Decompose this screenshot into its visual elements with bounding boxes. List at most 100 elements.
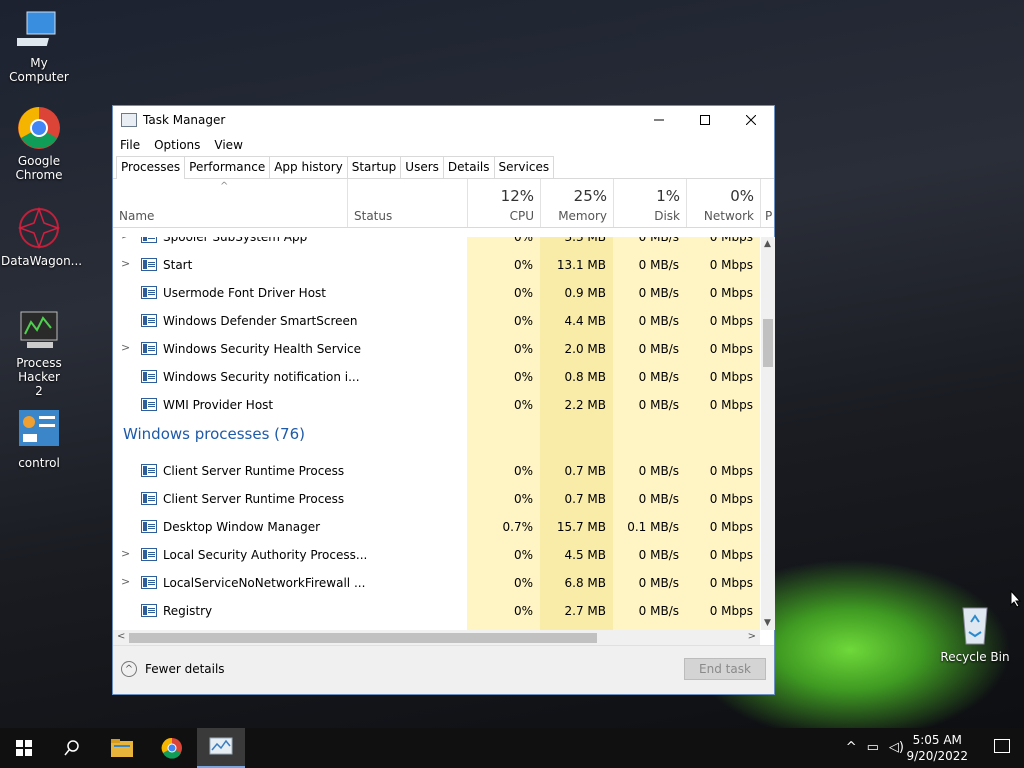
horizontal-scrollbar[interactable]: < > [113, 630, 760, 646]
expand-chevron-icon[interactable]: > [121, 575, 130, 588]
menu-view[interactable]: View [214, 138, 242, 152]
desktop-icon-label: My Computer [9, 56, 69, 84]
table-row[interactable]: > Start 0% 13.1 MB 0 MB/s 0 Mbps [113, 251, 760, 279]
taskbar-file-explorer[interactable] [98, 728, 146, 768]
footer: ^ Fewer details End task [113, 645, 774, 694]
desktop-icon-recycle-bin[interactable]: Recycle Bin [937, 602, 1013, 664]
horizontal-scroll-thumb[interactable] [129, 633, 597, 643]
tab-services[interactable]: Services [493, 156, 555, 178]
close-button[interactable] [728, 106, 774, 134]
scroll-left-icon[interactable]: < [117, 631, 125, 642]
tab-performance[interactable]: Performance [184, 156, 271, 178]
memory-value: 2.0 MB [564, 342, 606, 356]
menu-file[interactable]: File [120, 138, 140, 152]
cpu-value: 0% [513, 237, 533, 244]
network-icon[interactable]: ▭ [867, 740, 879, 755]
process-icon [141, 492, 157, 505]
disk-value: 0 MB/s [638, 492, 679, 506]
tab-users[interactable]: Users [400, 156, 444, 178]
scroll-right-icon[interactable]: > [748, 631, 756, 642]
table-row[interactable]: > Local Security Authority Process... 0% 4.… [113, 541, 760, 569]
chevron-up-icon: ^ [121, 661, 137, 677]
cpu-value: 0.7% [502, 520, 534, 534]
group-header[interactable]: Windows processes (76) [113, 419, 760, 457]
scroll-up-icon[interactable]: ▲ [764, 239, 771, 249]
expand-chevron-icon[interactable]: > [121, 341, 130, 354]
column-headers: ^ Name Status 12% CPU 25% Memory 1% Disk… [113, 179, 774, 228]
table-row[interactable]: > LocalServiceNoNetworkFirewall ... 0% 6.8 … [113, 569, 760, 597]
process-name: Windows Security Health Service [163, 342, 362, 356]
process-name: Client Server Runtime Process [163, 492, 345, 506]
expand-chevron-icon[interactable]: > [121, 547, 130, 560]
table-row[interactable]: WMI Provider Host 0% 2.2 MB 0 MB/s 0 Mbps [113, 391, 760, 419]
expand-chevron-icon[interactable]: > [121, 257, 130, 270]
column-header-power[interactable]: P [760, 179, 774, 227]
network-value: 0 Mbps [709, 286, 753, 300]
process-icon [141, 464, 157, 477]
process-name: Usermode Font Driver Host [163, 286, 326, 300]
process-icon [141, 520, 157, 533]
cpu-value: 0% [513, 370, 533, 384]
tab-processes[interactable]: Processes [116, 156, 186, 179]
taskbar-task-manager[interactable] [197, 728, 245, 768]
table-row[interactable]: Desktop Window Manager 0.7% 15.7 MB 0.1 MB/… [113, 513, 760, 541]
memory-value: 13.1 MB [556, 258, 606, 272]
tab-strip: Processes Performance App history Startu… [113, 156, 774, 179]
column-header-status[interactable]: Status [347, 179, 467, 227]
search-button[interactable] [48, 728, 96, 768]
expand-chevron-icon[interactable]: > [121, 237, 130, 242]
chrome-icon [161, 737, 182, 759]
minimize-button[interactable] [636, 106, 682, 134]
table-row[interactable]: Registry 0% 2.7 MB 0 MB/s 0 Mbps [113, 597, 760, 625]
vertical-scrollbar[interactable]: ▲ ▼ [761, 237, 775, 630]
process-list: > Spooler SubSystem App 0% 3.3 MB 0 MB/s 0 Mb… [113, 237, 760, 630]
network-value: 0 Mbps [709, 370, 753, 384]
memory-value: 4.4 MB [564, 314, 606, 328]
start-button[interactable] [0, 728, 48, 768]
tab-details[interactable]: Details [442, 156, 495, 178]
end-task-button[interactable]: End task [684, 658, 766, 680]
menu-options[interactable]: Options [154, 138, 200, 152]
title-bar[interactable]: Task Manager [113, 106, 774, 134]
disk-value: 0 MB/s [638, 237, 679, 244]
memory-value: 2.2 MB [564, 398, 606, 412]
datawagon-icon [17, 206, 61, 250]
computer-icon [10, 8, 61, 52]
tab-startup[interactable]: Startup [346, 156, 402, 178]
disk-value: 0 MB/s [638, 370, 679, 384]
system-tray: ^ ▭ ◁) [846, 740, 904, 755]
column-header-cpu[interactable]: 12% CPU [467, 179, 540, 227]
desktop-icon-google-chrome[interactable]: Google Chrome [1, 106, 77, 182]
column-header-disk[interactable]: 1% Disk [613, 179, 686, 227]
disk-value: 0 MB/s [638, 576, 679, 590]
tab-app-history[interactable]: App history [269, 156, 348, 178]
process-icon [141, 237, 157, 243]
chevron-up-icon[interactable]: ^ [846, 740, 857, 755]
desktop-icon-datawagon[interactable]: DataWagon... [1, 206, 82, 268]
speaker-icon[interactable]: ◁) [889, 740, 904, 755]
memory-value: 0.7 MB [564, 492, 606, 506]
column-header-network[interactable]: 0% Network [686, 179, 760, 227]
table-row[interactable]: Usermode Font Driver Host 0% 0.9 MB 0 MB/s 0… [113, 279, 760, 307]
column-header-name[interactable]: ^ Name [113, 179, 347, 227]
table-row[interactable]: > Spooler SubSystem App 0% 3.3 MB 0 MB/s 0 Mb… [113, 237, 760, 251]
vertical-scroll-thumb[interactable] [763, 319, 773, 367]
desktop-icon-my-computer[interactable]: My Computer [1, 8, 77, 84]
scroll-down-icon[interactable]: ▼ [764, 618, 771, 628]
table-row[interactable]: Windows Security notification i... 0% 0.8 … [113, 363, 760, 391]
fewer-details-button[interactable]: ^ Fewer details [121, 661, 225, 677]
table-row[interactable]: Windows Defender SmartScreen 0% 4.4 MB 0 MB… [113, 307, 760, 335]
clock[interactable]: 5:05 AM 9/20/2022 [906, 732, 968, 764]
column-header-memory[interactable]: 25% Memory [540, 179, 613, 227]
desktop-icon-control[interactable]: control [1, 408, 77, 470]
maximize-button[interactable] [682, 106, 728, 134]
desktop-icon-process-hacker[interactable]: Process Hacker 2 [1, 308, 77, 398]
table-row[interactable]: > Windows Security Health Service 0% 2.0 MB… [113, 335, 760, 363]
taskbar-chrome[interactable] [148, 728, 196, 768]
notification-icon[interactable] [994, 739, 1010, 753]
table-row[interactable]: Client Server Runtime Process 0% 0.7 MB 0 M… [113, 485, 760, 513]
clock-date: 9/20/2022 [906, 749, 968, 763]
cpu-value: 0% [513, 258, 533, 272]
window-title: Task Manager [143, 113, 226, 127]
table-row[interactable]: Client Server Runtime Process 0% 0.7 MB 0 M… [113, 457, 760, 485]
